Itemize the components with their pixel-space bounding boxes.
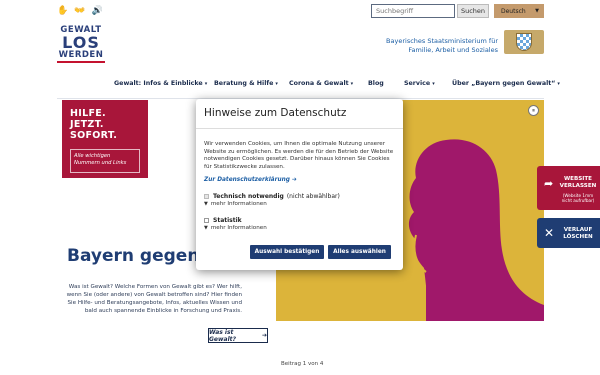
caret-down-icon: ▼: [204, 225, 208, 231]
dialog-body: Wir verwenden Cookies, um Ihnen die opti…: [204, 141, 394, 170]
dialog-title: Hinweise zum Datenschutz: [204, 107, 347, 119]
more-info-statistics[interactable]: ▼ mehr Informationen: [204, 225, 267, 231]
option-statistics: Statistik: [204, 217, 242, 224]
option-technical: Technisch notwendig (nicht abwählbar): [204, 193, 340, 200]
more-info-label: mehr Informationen: [210, 225, 267, 231]
more-info-label: mehr Informationen: [210, 201, 267, 207]
arrow-right-icon: ➔: [291, 177, 297, 183]
option-technical-label: Technisch notwendig: [213, 193, 284, 200]
caret-down-icon: ▼: [204, 201, 208, 207]
confirm-selection-button[interactable]: Auswahl bestätigen: [250, 245, 324, 259]
more-info-technical[interactable]: ▼ mehr Informationen: [204, 201, 267, 207]
select-all-button[interactable]: Alles auswählen: [328, 245, 391, 259]
privacy-policy-link[interactable]: Zur Datenschutzerklärung ➔: [204, 177, 297, 183]
option-statistics-label: Statistik: [213, 217, 242, 224]
option-technical-note: (nicht abwählbar): [286, 193, 340, 200]
checkbox-statistics[interactable]: [204, 218, 209, 223]
dialog-divider: [196, 128, 403, 129]
checkbox-technical: [204, 194, 209, 199]
privacy-link-label: Zur Datenschutzerklärung: [204, 177, 290, 183]
